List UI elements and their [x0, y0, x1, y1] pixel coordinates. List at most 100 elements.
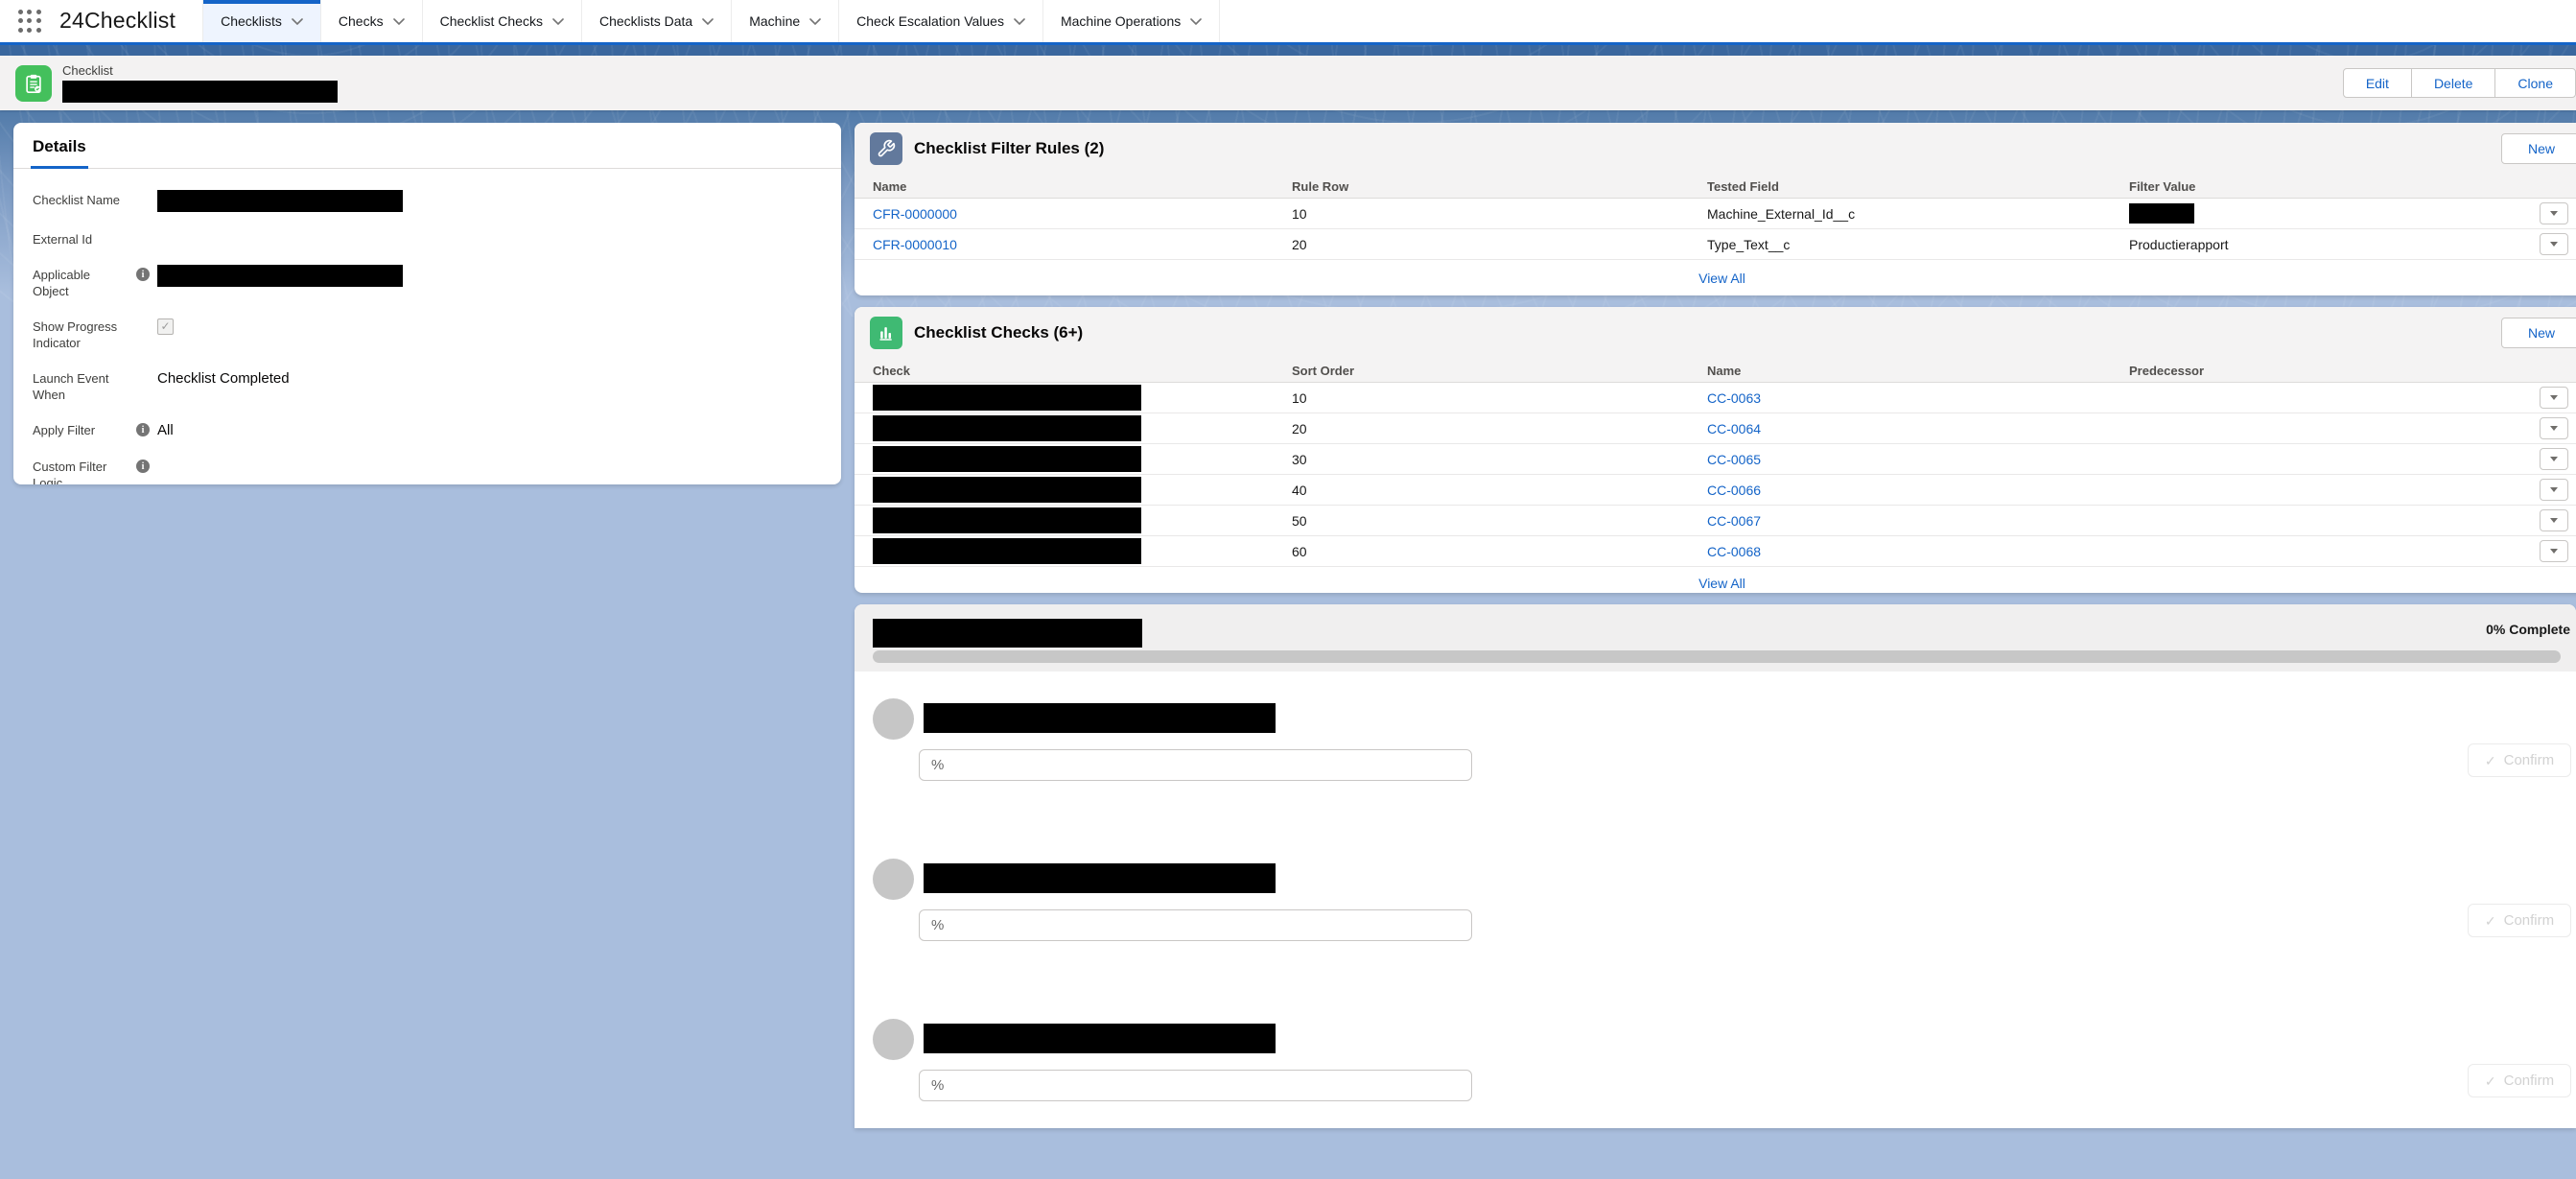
caret-down-icon — [2550, 457, 2558, 461]
row-actions-dropdown-button[interactable] — [2540, 417, 2568, 439]
app-launcher-waffle-icon[interactable] — [17, 9, 42, 34]
nav-tab-checks[interactable]: Checks — [320, 0, 422, 42]
details-panel: Details Checklist Name External Id Appli… — [13, 123, 841, 484]
checklist-check-link[interactable]: CC-0067 — [1707, 513, 1761, 529]
checklist-check-link[interactable]: CC-0065 — [1707, 452, 1761, 467]
info-icon[interactable]: i — [136, 423, 150, 436]
column-header: Name — [855, 175, 1292, 199]
new-checklist-check-button[interactable]: New — [2501, 318, 2576, 348]
filter-rule-link[interactable]: CFR-0000000 — [873, 206, 957, 222]
field-value-empty — [157, 231, 822, 248]
nav-tab-checklists[interactable]: Checklists — [202, 0, 320, 42]
confirm-button[interactable]: ✓ Confirm — [2468, 743, 2571, 777]
redacted-check-title — [924, 1024, 1276, 1053]
nav-tab-label: Machine Operations — [1061, 13, 1181, 29]
new-filter-rule-button[interactable]: New — [2501, 133, 2576, 164]
field-row-custom-filter-logic: Custom Filter Logic i — [33, 459, 822, 484]
row-actions-dropdown-button[interactable] — [2540, 387, 2568, 409]
column-header: Predecessor — [2129, 359, 2540, 383]
nav-tab-label: Checklists — [221, 13, 282, 29]
table-row: 30 CC-0065 — [855, 444, 2576, 475]
tab-details[interactable]: Details — [31, 137, 88, 168]
field-value: Checklist Completed — [157, 370, 822, 403]
clone-button[interactable]: Clone — [2494, 68, 2576, 98]
confirm-button[interactable]: ✓ Confirm — [2468, 904, 2571, 937]
checklist-checks-card: Checklist Checks (6+) New Check Sort Ord… — [855, 307, 2576, 593]
info-icon[interactable]: i — [136, 460, 150, 473]
check-value-input[interactable] — [919, 749, 1472, 781]
redacted-field-value — [157, 190, 403, 212]
chevron-down-icon[interactable] — [393, 18, 405, 25]
field-row-external-id: External Id — [33, 231, 822, 248]
nav-tab-check-escalation-values[interactable]: Check Escalation Values — [838, 0, 1042, 42]
nav-tab-checklists-data[interactable]: Checklists Data — [581, 0, 731, 42]
info-icon[interactable]: i — [136, 268, 150, 281]
chevron-down-icon[interactable] — [292, 18, 303, 25]
cell-predecessor — [2129, 506, 2540, 536]
field-label: Custom Filter Logic — [33, 459, 129, 484]
row-actions-dropdown-button[interactable] — [2540, 509, 2568, 531]
checklist-check-link[interactable]: CC-0063 — [1707, 390, 1761, 406]
table-row: 60 CC-0068 — [855, 536, 2576, 567]
chevron-down-icon[interactable] — [1014, 18, 1025, 25]
nav-tab-machine[interactable]: Machine — [731, 0, 838, 42]
checklist-check-link[interactable]: CC-0068 — [1707, 544, 1761, 559]
cell-sort-order: 10 — [1292, 383, 1707, 413]
check-value-input[interactable] — [919, 909, 1472, 941]
checklist-check-link[interactable]: CC-0066 — [1707, 483, 1761, 498]
field-label: External Id — [33, 231, 129, 248]
view-all-link[interactable]: View All — [1698, 576, 1745, 591]
caret-down-icon — [2550, 211, 2558, 216]
checklist-check-link[interactable]: CC-0064 — [1707, 421, 1761, 436]
caret-down-icon — [2550, 549, 2558, 554]
filter-rule-link[interactable]: CFR-0000010 — [873, 237, 957, 252]
filter-rules-table: Name Rule Row Tested Field Filter Value … — [855, 175, 2576, 260]
table-row: CFR-0000010 20 Type_Text__c Productierap… — [855, 229, 2576, 260]
row-actions-dropdown-button[interactable] — [2540, 479, 2568, 501]
nav-tab-machine-operations[interactable]: Machine Operations — [1042, 0, 1220, 42]
caret-down-icon — [2550, 426, 2558, 431]
check-value-input[interactable] — [919, 1070, 1472, 1101]
record-action-buttons: Edit Delete Clone — [2343, 68, 2576, 98]
confirm-button-label: Confirm — [2504, 752, 2555, 768]
field-value-empty — [157, 459, 822, 484]
table-header-row: Check Sort Order Name Predecessor — [855, 359, 2576, 383]
caret-down-icon — [2550, 242, 2558, 247]
redacted-check-name — [873, 507, 1141, 533]
chevron-down-icon[interactable] — [1190, 18, 1202, 25]
chevron-down-icon[interactable] — [809, 18, 821, 25]
show-progress-checkbox[interactable]: ✓ — [157, 318, 174, 335]
delete-button[interactable]: Delete — [2411, 68, 2495, 98]
confirm-button[interactable]: ✓ Confirm — [2468, 1064, 2571, 1097]
chevron-down-icon[interactable] — [552, 18, 564, 25]
row-actions-dropdown-button[interactable] — [2540, 448, 2568, 470]
column-header-actions — [2540, 175, 2576, 199]
nav-tab-checklist-checks[interactable]: Checklist Checks — [422, 0, 581, 42]
cell-predecessor — [2129, 475, 2540, 506]
progress-header: 0% Complete — [855, 604, 2576, 672]
field-value: All — [157, 422, 822, 439]
progress-bar — [873, 650, 2561, 663]
check-status-circle — [873, 1019, 914, 1060]
chevron-down-icon[interactable] — [702, 18, 714, 25]
redacted-check-title — [924, 703, 1276, 733]
caret-down-icon — [2550, 487, 2558, 492]
row-actions-dropdown-button[interactable] — [2540, 233, 2568, 255]
row-actions-dropdown-button[interactable] — [2540, 202, 2568, 224]
table-row: 40 CC-0066 — [855, 475, 2576, 506]
redacted-check-name — [873, 446, 1141, 472]
redacted-filter-value — [2129, 203, 2194, 224]
column-header: Check — [855, 359, 1292, 383]
cell-sort-order: 60 — [1292, 536, 1707, 567]
field-row-applicable-object: Applicable Object i — [33, 267, 822, 299]
progress-complete-label: 0% Complete — [2486, 622, 2570, 637]
column-header: Name — [1707, 359, 2129, 383]
edit-button[interactable]: Edit — [2343, 68, 2412, 98]
cell-predecessor — [2129, 444, 2540, 475]
table-header-row: Name Rule Row Tested Field Filter Value — [855, 175, 2576, 199]
check-status-circle — [873, 859, 914, 900]
row-actions-dropdown-button[interactable] — [2540, 540, 2568, 562]
view-all-link[interactable]: View All — [1698, 271, 1745, 286]
column-header: Rule Row — [1292, 175, 1707, 199]
brand-divider-line — [0, 42, 2576, 45]
